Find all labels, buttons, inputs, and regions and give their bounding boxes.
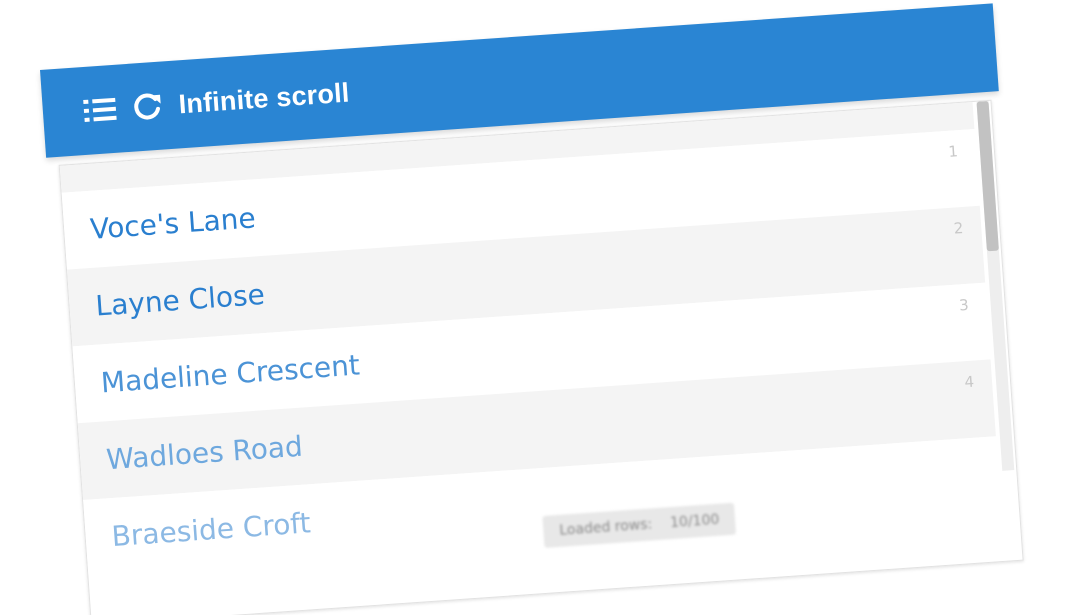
list-item-name[interactable]: Madeline Crescent (100, 348, 361, 399)
infinite-scroll-card: Infinite scroll 0 Voce's Lane 1 Layne Cl… (40, 3, 1032, 615)
list-item-name[interactable]: Layne Close (94, 278, 265, 323)
status-count: 10/100 (669, 511, 720, 532)
list-item-name[interactable]: Voce's Lane (89, 201, 257, 245)
list-item-name[interactable]: Wadloes Road (105, 430, 304, 477)
list-item-name[interactable]: Braeside Croft (111, 506, 312, 553)
scroll-list[interactable]: 0 Voce's Lane 1 Layne Close 2 Madeline C… (58, 99, 1024, 615)
list-item-index: 3 (958, 295, 970, 315)
stage: Infinite scroll 0 Voce's Lane 1 Layne Cl… (0, 0, 1077, 615)
status-label: Loaded rows: (558, 516, 653, 539)
refresh-icon[interactable] (132, 91, 164, 123)
page-title: Infinite scroll (177, 77, 351, 119)
list-item-index: 4 (963, 372, 975, 392)
list-rows: 0 Voce's Lane 1 Layne Close 2 Madeline C… (58, 99, 1002, 577)
list-item-index: 2 (953, 219, 964, 238)
list-item-index: 1 (947, 142, 959, 161)
list-icon[interactable] (82, 95, 118, 125)
